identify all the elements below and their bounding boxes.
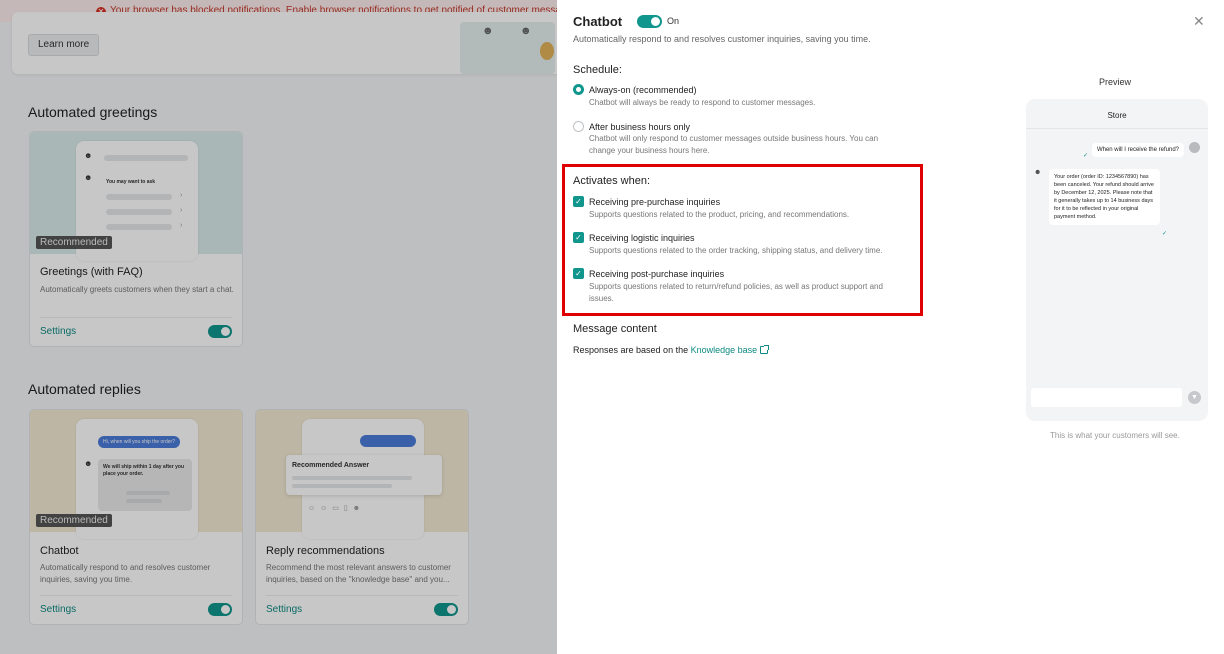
post-purchase-checkbox[interactable]: ✓ <box>573 268 584 279</box>
chatbot-enable-toggle[interactable] <box>637 15 662 28</box>
user-message: When will I receive the refund? <box>1091 143 1184 157</box>
external-link-icon[interactable] <box>760 345 770 354</box>
preview-input <box>1031 388 1182 407</box>
bot-message: Your order (order ID: 1234567890) has be… <box>1049 169 1160 225</box>
post-purchase-desc: Supports questions related to return/ref… <box>589 282 883 303</box>
post-purchase-label[interactable]: Receiving post-purchase inquiries <box>589 269 724 279</box>
after-hours-label[interactable]: After business hours only <box>589 122 690 132</box>
preview-footer: This is what your customers will see. <box>1050 431 1180 440</box>
always-on-label[interactable]: Always-on (recommended) <box>589 85 697 95</box>
store-header: Store <box>1026 99 1208 129</box>
chatbot-drawer: Chatbot On ✕ Automatically respond to an… <box>557 0 1224 654</box>
logistic-desc: Supports questions related to the order … <box>589 246 883 255</box>
logistic-checkbox[interactable]: ✓ <box>573 232 584 243</box>
logistic-label[interactable]: Receiving logistic inquiries <box>589 233 695 243</box>
pre-purchase-checkbox[interactable]: ✓ <box>573 196 584 207</box>
preview-label: Preview <box>1099 77 1132 87</box>
toggle-state-label: On <box>667 16 680 26</box>
message-content-title: Message content <box>573 323 657 335</box>
close-icon[interactable]: ✕ <box>1193 14 1205 28</box>
robot-icon: ☻ <box>1034 169 1042 176</box>
schedule-title: Schedule: <box>573 64 622 76</box>
knowledge-base-link[interactable]: Knowledge base <box>691 345 758 355</box>
activates-when-title: Activates when: <box>573 175 651 187</box>
check-icon: ✓ <box>1162 231 1168 237</box>
responses-prefix: Responses are based on the <box>573 345 689 355</box>
check-icon: ✓ <box>1082 153 1088 159</box>
always-on-desc: Chatbot will always be ready to respond … <box>589 98 816 107</box>
after-hours-radio[interactable] <box>573 121 584 132</box>
drawer-subtitle: Automatically respond to and resolves cu… <box>573 34 871 44</box>
pre-purchase-label[interactable]: Receiving pre-purchase inquiries <box>589 197 720 207</box>
always-on-radio[interactable] <box>573 84 584 95</box>
modal-overlay[interactable] <box>0 0 557 654</box>
drawer-title: Chatbot <box>573 14 623 29</box>
preview-phone: Store When will I receive the refund? ✓ … <box>1026 99 1208 421</box>
responses-text: Responses are based on the Knowledge bas… <box>573 345 770 355</box>
after-hours-desc: Chatbot will only respond to customer me… <box>589 134 879 155</box>
send-icon: ▼ <box>1188 391 1201 404</box>
pre-purchase-desc: Supports questions related to the produc… <box>589 210 850 219</box>
avatar <box>1189 142 1200 153</box>
